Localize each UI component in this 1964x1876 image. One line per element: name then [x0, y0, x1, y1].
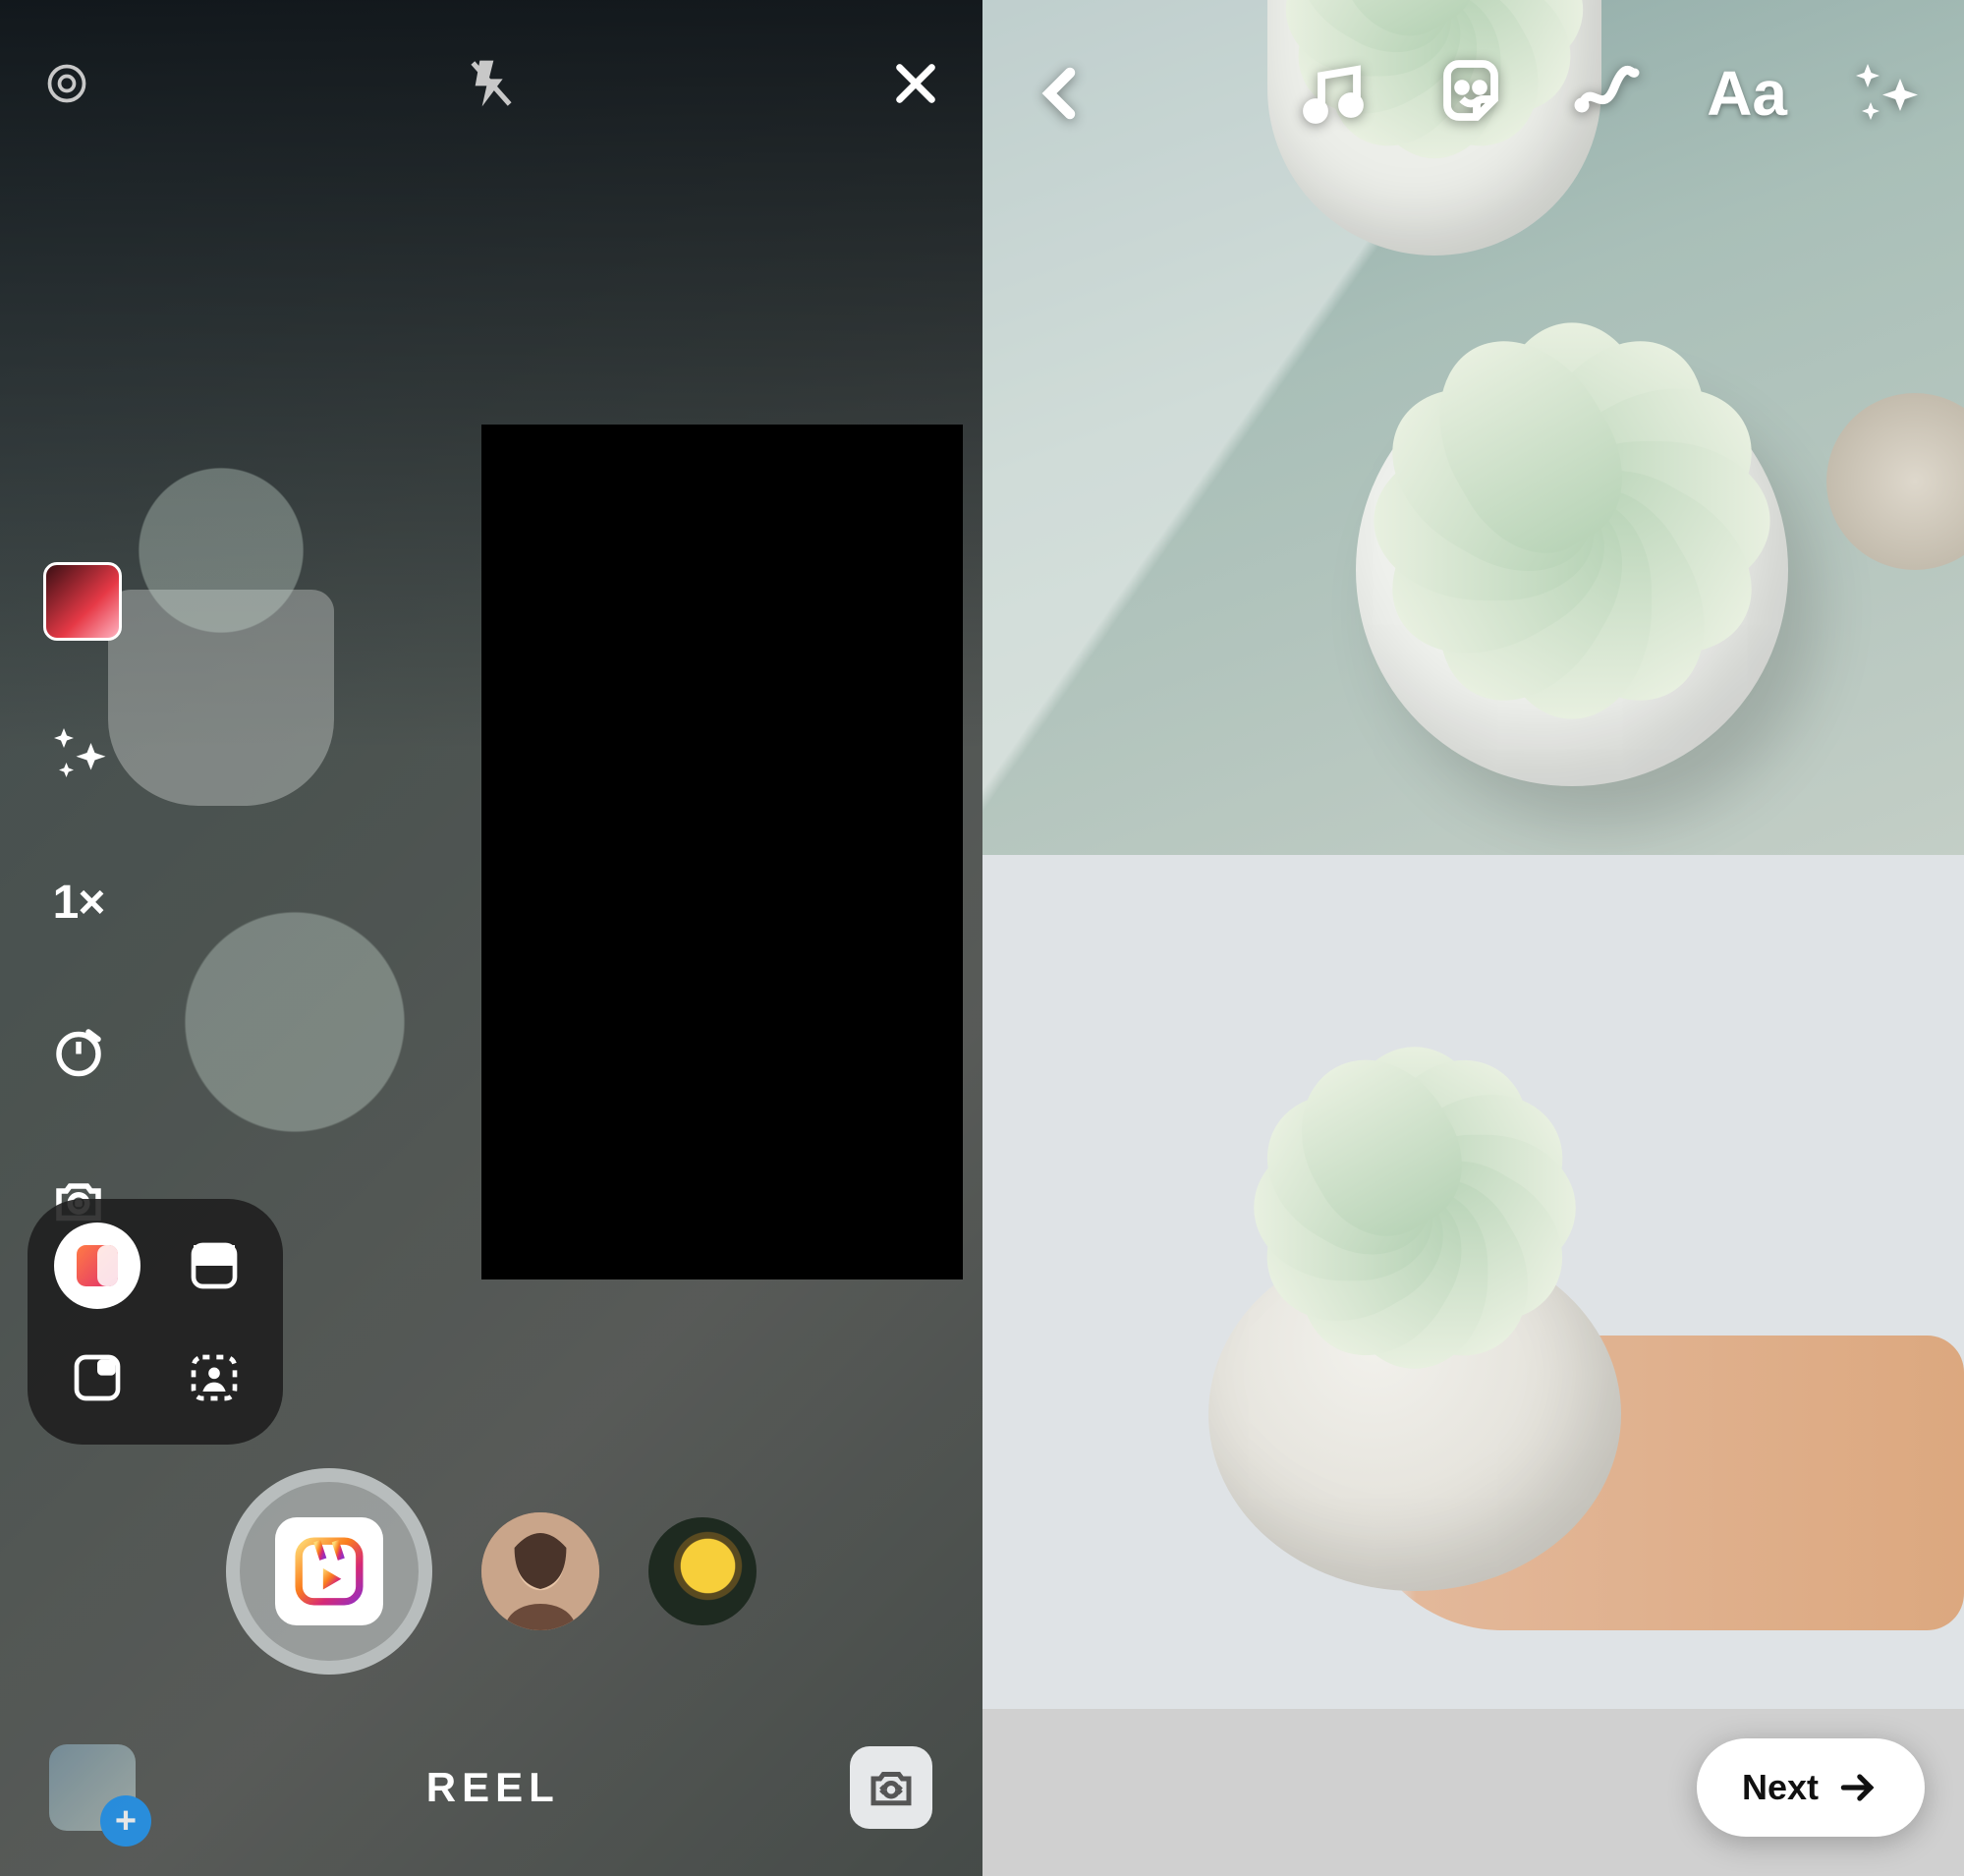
layout-picker	[28, 1199, 283, 1445]
speed-button[interactable]: 1×	[43, 867, 114, 938]
story-canvas[interactable]	[982, 0, 1964, 1709]
speed-label: 1×	[53, 876, 105, 930]
text-button[interactable]: Aa	[1707, 54, 1787, 133]
draw-icon[interactable]	[1569, 54, 1648, 133]
back-icon[interactable]	[1022, 54, 1100, 133]
mode-label: REEL	[426, 1764, 560, 1811]
effects-icon[interactable]	[43, 717, 114, 788]
flip-camera-button[interactable]	[850, 1746, 932, 1829]
gallery-button[interactable]: +	[49, 1744, 136, 1831]
next-label: Next	[1742, 1767, 1819, 1808]
settings-icon[interactable]	[39, 56, 94, 111]
reel-composer-screen: 1×	[0, 0, 982, 1876]
bg-decoration	[157, 904, 432, 1140]
flash-off-icon[interactable]	[464, 56, 519, 111]
next-button[interactable]: Next	[1697, 1738, 1925, 1837]
bg-decoration	[118, 462, 324, 639]
layout-split-horizontal-button[interactable]	[171, 1222, 257, 1309]
timer-icon[interactable]	[43, 1016, 114, 1087]
music-icon[interactable]	[1294, 54, 1373, 133]
layout-pip-button[interactable]	[54, 1335, 140, 1421]
filter-avatar-sunflower[interactable]	[648, 1517, 757, 1625]
camera-preview-slot	[481, 425, 963, 1279]
arrow-right-icon	[1836, 1766, 1880, 1809]
sparkle-effects-icon[interactable]	[1846, 54, 1925, 133]
layout-greenscreen-button[interactable]	[171, 1335, 257, 1421]
reels-icon	[275, 1517, 383, 1625]
filter-avatar-person[interactable]	[481, 1512, 599, 1630]
sticker-icon[interactable]	[1431, 54, 1510, 133]
layout-split-vertical-button[interactable]	[54, 1222, 140, 1309]
story-editor-screen: Aa Next	[982, 0, 1964, 1876]
text-label: Aa	[1707, 57, 1787, 130]
close-icon[interactable]	[888, 56, 943, 111]
capture-button[interactable]	[226, 1468, 432, 1675]
collage-photo-bottom	[982, 855, 1964, 1709]
add-icon: +	[100, 1795, 151, 1847]
